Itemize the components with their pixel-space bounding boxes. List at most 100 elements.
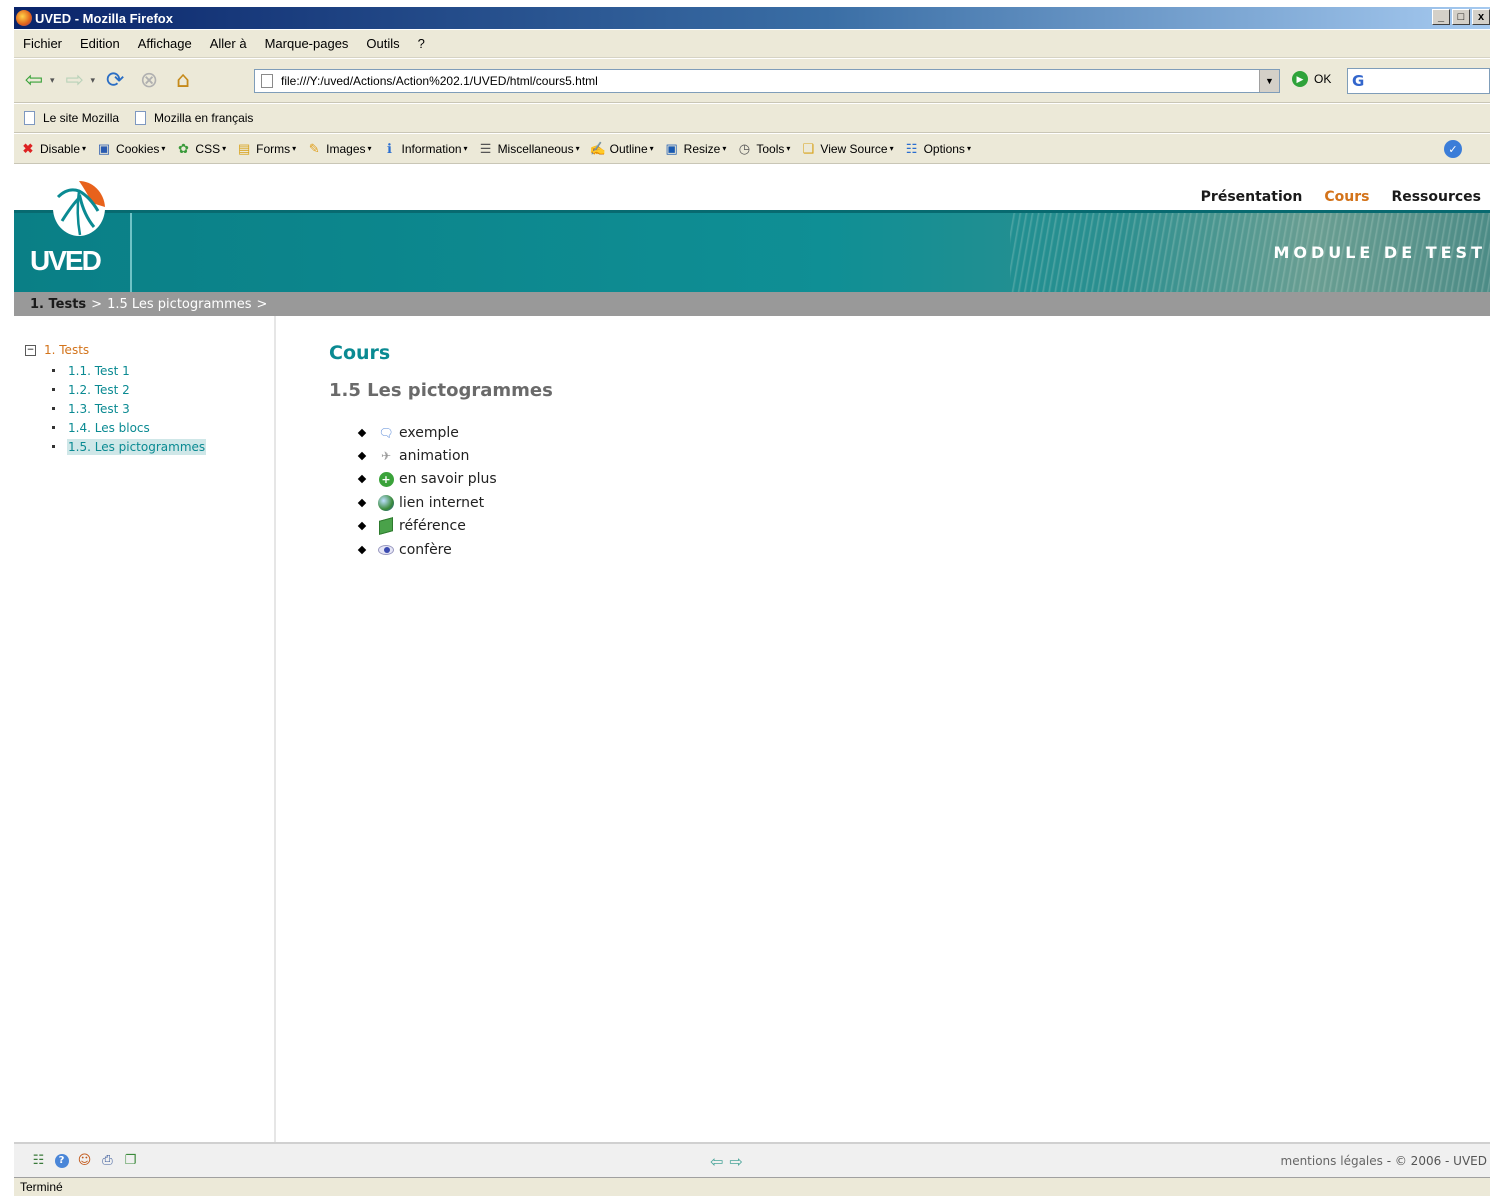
copyright-text: - © 2006 - UVED xyxy=(1386,1154,1487,1168)
go-button[interactable]: ▶ OK xyxy=(1292,71,1331,87)
list-icon: ☰ xyxy=(479,140,492,156)
menu-help[interactable]: ? xyxy=(409,36,434,51)
dev-menu-label: Information xyxy=(401,141,462,156)
bookmark-page-icon xyxy=(135,111,147,125)
nav-ressources[interactable]: Ressources xyxy=(1391,189,1481,205)
print-icon[interactable]: ⎙ xyxy=(99,1152,116,1169)
help-icon[interactable]: ? xyxy=(53,1152,70,1169)
dev-tools-menu[interactable]: ◷ Tools ▾ xyxy=(736,140,791,157)
pen-icon: ✍ xyxy=(589,140,606,156)
dev-outline-menu[interactable]: ✍ Outline ▾ xyxy=(590,141,654,157)
dev-forms-menu[interactable]: ▤ Forms ▾ xyxy=(236,141,296,157)
bookmark-le-site-mozilla[interactable]: Le site Mozilla xyxy=(24,111,119,125)
menu-aller[interactable]: Aller à xyxy=(201,36,256,51)
dev-menu-label: Disable xyxy=(40,141,81,156)
tree-items: 1.1. Test 1 1.2. Test 2 1.3. Test 3 1.4.… xyxy=(52,361,207,456)
list-item: confère xyxy=(357,538,497,561)
stop-icon[interactable]: ⊗ xyxy=(135,67,163,95)
breadcrumb-root[interactable]: 1. Tests xyxy=(30,297,86,312)
list-item: 🗨 exemple xyxy=(357,421,497,444)
url-dropdown-icon[interactable]: ▼ xyxy=(1259,70,1279,92)
forward-dropdown-icon[interactable]: ▾ xyxy=(91,76,96,86)
nav-cours[interactable]: Cours xyxy=(1324,189,1369,205)
url-bar[interactable]: file:///Y:/uved/Actions/Action%202.1/UVE… xyxy=(254,69,1280,93)
bookmarks-toolbar: Le site Mozilla Mozilla en français xyxy=(14,104,1490,133)
bookmark-mozilla-en-francais[interactable]: Mozilla en français xyxy=(135,111,253,125)
dev-disable-menu[interactable]: ✖ Disable ▾ xyxy=(20,140,87,157)
user-icon[interactable]: ☺ xyxy=(76,1152,93,1169)
menu-edition[interactable]: Edition xyxy=(71,36,129,51)
bullet-icon xyxy=(357,451,367,461)
bullet-icon xyxy=(357,475,367,484)
tree-root-label[interactable]: 1. Tests xyxy=(44,343,89,357)
picto-label: confère xyxy=(399,541,452,558)
window-titlebar: UVED - Mozilla Firefox _ □ x xyxy=(14,7,1490,29)
breadcrumb-separator: > xyxy=(91,296,103,312)
menu-affichage[interactable]: Affichage xyxy=(129,36,201,51)
dev-options-menu[interactable]: ☷ Options ▾ xyxy=(904,141,971,157)
module-title: MODULE DE TEST xyxy=(1273,243,1486,262)
menubar: Fichier Edition Affichage Aller à Marque… xyxy=(14,30,1490,58)
next-page-arrow-icon[interactable]: ⇨ xyxy=(729,1152,742,1171)
home-icon[interactable]: ⌂ xyxy=(169,67,197,95)
reload-icon[interactable]: ⟳ xyxy=(101,67,129,95)
previous-page-arrow-icon[interactable]: ⇦ xyxy=(710,1152,723,1171)
sidebar-item-test-2: 1.2. Test 2 xyxy=(52,380,206,399)
menu-fichier[interactable]: Fichier xyxy=(14,36,71,51)
menu-marque-pages[interactable]: Marque-pages xyxy=(256,36,358,51)
back-arrow-icon[interactable]: ⇦ xyxy=(20,67,48,95)
back-dropdown-icon[interactable]: ▾ xyxy=(50,76,55,86)
close-button[interactable]: x xyxy=(1472,9,1490,25)
picto-label: animation xyxy=(399,448,470,465)
sidebar-item-label[interactable]: 1.3. Test 3 xyxy=(67,401,131,417)
red-x-icon: ✖ xyxy=(22,140,34,156)
sidebar-item-label[interactable]: 1.1. Test 1 xyxy=(67,363,131,379)
search-input[interactable]: G xyxy=(1347,68,1490,94)
uved-logo[interactable]: UVED xyxy=(28,177,128,287)
dev-information-menu[interactable]: ℹ Information ▾ xyxy=(382,141,468,157)
sidebar-item-label[interactable]: 1.5. Les pictogrammes xyxy=(67,438,207,455)
breadcrumb-separator-trailing: > xyxy=(256,296,268,312)
bookmark-label: Mozilla en français xyxy=(154,111,254,125)
caret-down-icon: ▾ xyxy=(889,144,894,153)
maximize-button[interactable]: □ xyxy=(1452,9,1470,25)
list-item: + en savoir plus xyxy=(357,468,497,491)
dev-cookies-menu[interactable]: ▣ Cookies ▾ xyxy=(96,140,166,157)
picto-label: exemple xyxy=(399,424,459,441)
web-page: Présentation Cours Ressources MODULE DE … xyxy=(14,165,1490,1177)
collapse-toggle-icon[interactable]: − xyxy=(25,344,36,356)
dev-resize-menu[interactable]: ▣ Resize ▾ xyxy=(664,141,727,157)
bullet-icon xyxy=(52,426,55,429)
url-text[interactable]: file:///Y:/uved/Actions/Action%202.1/UVE… xyxy=(281,74,598,88)
nav-presentation[interactable]: Présentation xyxy=(1201,189,1303,205)
dev-menu-label: Outline xyxy=(609,141,648,156)
document-icon[interactable]: ❐ xyxy=(122,1152,139,1169)
menu-outils[interactable]: Outils xyxy=(357,36,408,51)
bullet-icon xyxy=(357,498,367,508)
css-icon: ✿ xyxy=(177,140,189,156)
legal-notice-link[interactable]: mentions légales xyxy=(1281,1154,1383,1168)
breadcrumb-current: 1.5 Les pictogrammes xyxy=(107,296,252,312)
validation-check-icon[interactable]: ✓ xyxy=(1444,140,1462,158)
forward-arrow-icon[interactable]: ⇨ xyxy=(61,67,89,95)
caret-down-icon: ▾ xyxy=(575,144,580,153)
bullet-icon xyxy=(357,545,367,554)
dev-menu-label: Images xyxy=(326,141,366,156)
bullet-icon xyxy=(357,522,367,531)
caret-down-icon: ▾ xyxy=(722,144,727,153)
sidebar-item-label[interactable]: 1.4. Les blocs xyxy=(67,420,151,436)
caret-down-icon: ▾ xyxy=(966,144,971,153)
logo-text: UVED xyxy=(30,245,102,276)
tree-root: − 1. Tests xyxy=(25,343,89,357)
clock-icon: ◷ xyxy=(738,140,751,156)
window-title: UVED - Mozilla Firefox xyxy=(35,10,173,26)
cookie-icon: ▣ xyxy=(97,140,111,156)
sitemap-icon[interactable]: ☷ xyxy=(30,1152,47,1169)
dev-view-source-menu[interactable]: ❑ View Source ▾ xyxy=(800,141,894,157)
minimize-button[interactable]: _ xyxy=(1432,9,1450,25)
sidebar-item-label[interactable]: 1.2. Test 2 xyxy=(67,382,131,398)
book-icon xyxy=(377,517,395,536)
dev-images-menu[interactable]: ✎ Images ▾ xyxy=(306,141,372,157)
dev-miscellaneous-menu[interactable]: ☰ Miscellaneous ▾ xyxy=(478,141,580,157)
dev-css-menu[interactable]: ✿ CSS ▾ xyxy=(175,141,226,157)
